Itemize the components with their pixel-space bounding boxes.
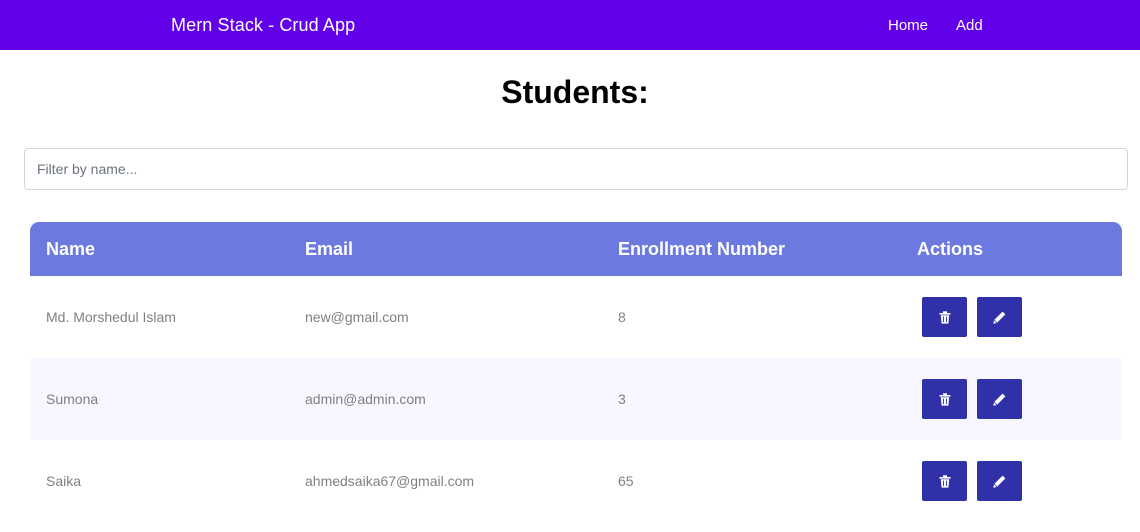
delete-button[interactable] xyxy=(922,461,967,501)
filter-by-name-input[interactable] xyxy=(24,148,1128,190)
delete-button[interactable] xyxy=(922,379,967,419)
edit-button[interactable] xyxy=(977,297,1022,337)
column-header-email: Email xyxy=(305,239,354,259)
column-header-actions: Actions xyxy=(917,239,984,259)
cell-name: Md. Morshedul Islam xyxy=(46,309,176,325)
pencil-icon xyxy=(993,393,1006,406)
edit-button[interactable] xyxy=(977,379,1022,419)
column-header-enrollment-number: Enrollment Number xyxy=(618,239,786,259)
navbar: Mern Stack - Crud App Home Add xyxy=(0,0,1140,50)
nav-home-link[interactable]: Home xyxy=(888,0,928,50)
edit-button[interactable] xyxy=(977,461,1022,501)
cell-enrollment: 65 xyxy=(618,473,634,489)
cell-email: admin@admin.com xyxy=(305,391,426,407)
trash-icon xyxy=(939,474,950,488)
table-row: Sumona admin@admin.com 3 xyxy=(30,358,1122,440)
pencil-icon xyxy=(993,475,1006,488)
page-title: Students: xyxy=(501,74,649,110)
cell-email: new@gmail.com xyxy=(305,309,409,325)
trash-icon xyxy=(939,392,950,406)
table-header: Name Email Enrollment Number Actions xyxy=(30,222,1122,276)
pencil-icon xyxy=(993,311,1006,324)
cell-name: Sumona xyxy=(46,391,99,407)
delete-button[interactable] xyxy=(922,297,967,337)
cell-name: Saika xyxy=(46,473,82,489)
students-table: Name Email Enrollment Number Actions Md.… xyxy=(30,222,1122,522)
brand-link[interactable]: Mern Stack - Crud App xyxy=(171,0,355,50)
cell-enrollment: 3 xyxy=(618,391,626,407)
trash-icon xyxy=(939,310,950,324)
column-header-name: Name xyxy=(46,239,96,259)
cell-email: ahmedsaika67@gmail.com xyxy=(305,473,475,489)
cell-enrollment: 8 xyxy=(618,309,626,325)
table-row: Saika ahmedsaika67@gmail.com 65 xyxy=(30,440,1122,522)
table-row: Md. Morshedul Islam new@gmail.com 8 xyxy=(30,276,1122,358)
nav-add-link[interactable]: Add xyxy=(956,0,983,50)
